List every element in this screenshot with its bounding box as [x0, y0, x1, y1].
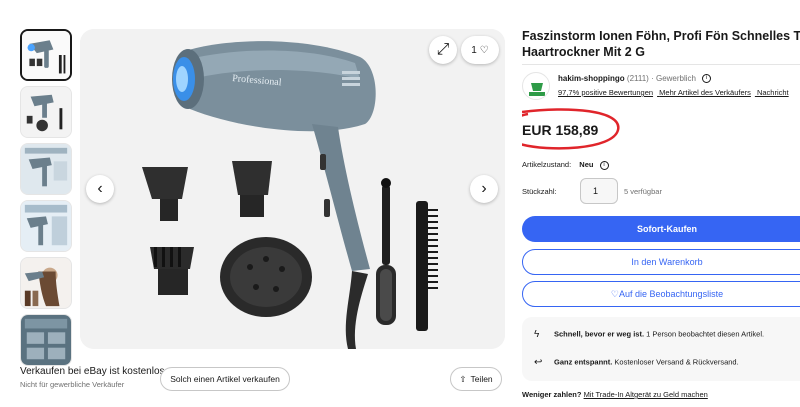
expand-icon: ⤢	[436, 41, 450, 58]
quantity-input[interactable]: 1	[580, 178, 618, 204]
thumbnail-3[interactable]	[20, 143, 72, 195]
product-title-line-2: Haartrockner Mit 2 G	[522, 45, 645, 59]
promo-1-text: 1 Person beobachtet diesen Artikel.	[644, 329, 765, 339]
seller-name[interactable]: hakim-shoppingo	[558, 74, 625, 83]
product-title-line-1: Faszinstorm Ionen Föhn, Profi Fön Schnel…	[522, 29, 800, 43]
trade-in-link[interactable]: Mit Trade-In Altgerät zu Geld machen	[584, 390, 708, 399]
seller-logo[interactable]	[522, 72, 550, 100]
add-to-cart-button[interactable]: In den Warenkorb	[522, 249, 800, 275]
lightning-icon: ϟ	[534, 329, 540, 340]
thumbnail-2[interactable]	[20, 86, 72, 138]
promo-box: ϟ Schnell, bevor er weg ist. 1 Person beo…	[522, 317, 800, 381]
trade-in-bold: Weniger zahlen?	[522, 390, 582, 399]
thumbnail-4[interactable]	[20, 200, 72, 252]
hair-dryer-product-illustration: Professional	[80, 29, 505, 349]
expand-image-button[interactable]: ⤢	[429, 36, 457, 64]
seller-links: 97,7% positive Bewertungen Mehr Artikel …	[558, 88, 793, 97]
condition-label: Artikelzustand:	[522, 160, 572, 169]
main-product-image[interactable]: Professional	[80, 29, 505, 349]
sell-similar-button[interactable]: Solch einen Artikel verkaufen	[160, 367, 290, 391]
contact-seller-link[interactable]: Nachricht	[757, 88, 789, 97]
watchlist-label: Auf die Beobachtungsliste	[619, 289, 724, 299]
next-image-button[interactable]: ›	[470, 175, 498, 203]
divider	[522, 64, 800, 65]
info-icon[interactable]: i	[702, 74, 712, 84]
thumbnail-list	[20, 29, 72, 371]
return-arrow-icon: ↩	[534, 357, 543, 368]
sell-title: Verkaufen bei eBay ist kostenlos	[20, 366, 165, 377]
product-title: Faszinstorm Ionen Föhn, Profi Fön Schnel…	[522, 28, 800, 60]
promo-2-text: Kostenloser Versand & Rückversand.	[612, 357, 739, 367]
product-page: Professional ⤢ 1 ♡ ‹ › Verkaufen bei eBa…	[0, 0, 800, 407]
quantity-label: Stückzahl:	[522, 187, 557, 196]
watch-count-button[interactable]: 1 ♡	[461, 36, 499, 64]
chevron-right-icon: ›	[481, 180, 487, 197]
quantity-available: 5 verfügbar	[624, 187, 662, 196]
previous-image-button[interactable]: ‹	[86, 175, 114, 203]
more-items-link[interactable]: Mehr Artikel des Verkäufers	[659, 88, 751, 97]
share-label: Teilen	[470, 374, 493, 384]
positive-feedback-link[interactable]: 97,7% positive Bewertungen	[558, 88, 653, 97]
condition-info-icon[interactable]: i	[599, 160, 609, 170]
promo-1-bold: Schnell, bevor er weg ist.	[554, 329, 645, 339]
thumbnail-6[interactable]	[20, 314, 72, 366]
condition-row: Artikelzustand: Neu i	[522, 160, 609, 170]
seller-rating-count: (2111)	[626, 74, 649, 83]
red-circle-annotation	[522, 108, 620, 150]
add-to-watchlist-button[interactable]: ♡ Auf die Beobachtungsliste	[522, 281, 800, 307]
trade-in-row: Weniger zahlen? Mit Trade-In Altgerät zu…	[522, 390, 708, 399]
product-details-panel: Faszinstorm Ionen Föhn, Profi Fön Schnel…	[522, 0, 800, 407]
heart-icon: ♡	[479, 44, 489, 56]
promo-row-2: ↩ Ganz entspannt. Kostenloser Versand & R…	[534, 357, 739, 368]
share-icon: ⇧	[459, 373, 467, 384]
thumbnail-1[interactable]	[20, 29, 72, 81]
sell-info: Verkaufen bei eBay ist kostenlos Nicht f…	[20, 366, 165, 389]
thumbnail-5[interactable]	[20, 257, 72, 309]
share-button[interactable]: ⇧ Teilen	[450, 367, 502, 391]
condition-value: Neu	[579, 160, 594, 169]
promo-2-bold: Ganz entspannt.	[554, 357, 613, 367]
sell-subtitle: Nicht für gewerbliche Verkäufer	[20, 380, 125, 389]
promo-row-1: ϟ Schnell, bevor er weg ist. 1 Person beo…	[534, 329, 764, 340]
seller-type: · Gewerblich	[651, 74, 696, 83]
heart-icon: ♡	[610, 288, 619, 299]
buy-now-button[interactable]: Sofort-Kaufen	[522, 216, 800, 242]
watch-count: 1	[471, 44, 477, 56]
seller-name-line: hakim-shoppingo (2111) · Gewerblich i	[558, 74, 712, 84]
chevron-left-icon: ‹	[97, 180, 103, 197]
